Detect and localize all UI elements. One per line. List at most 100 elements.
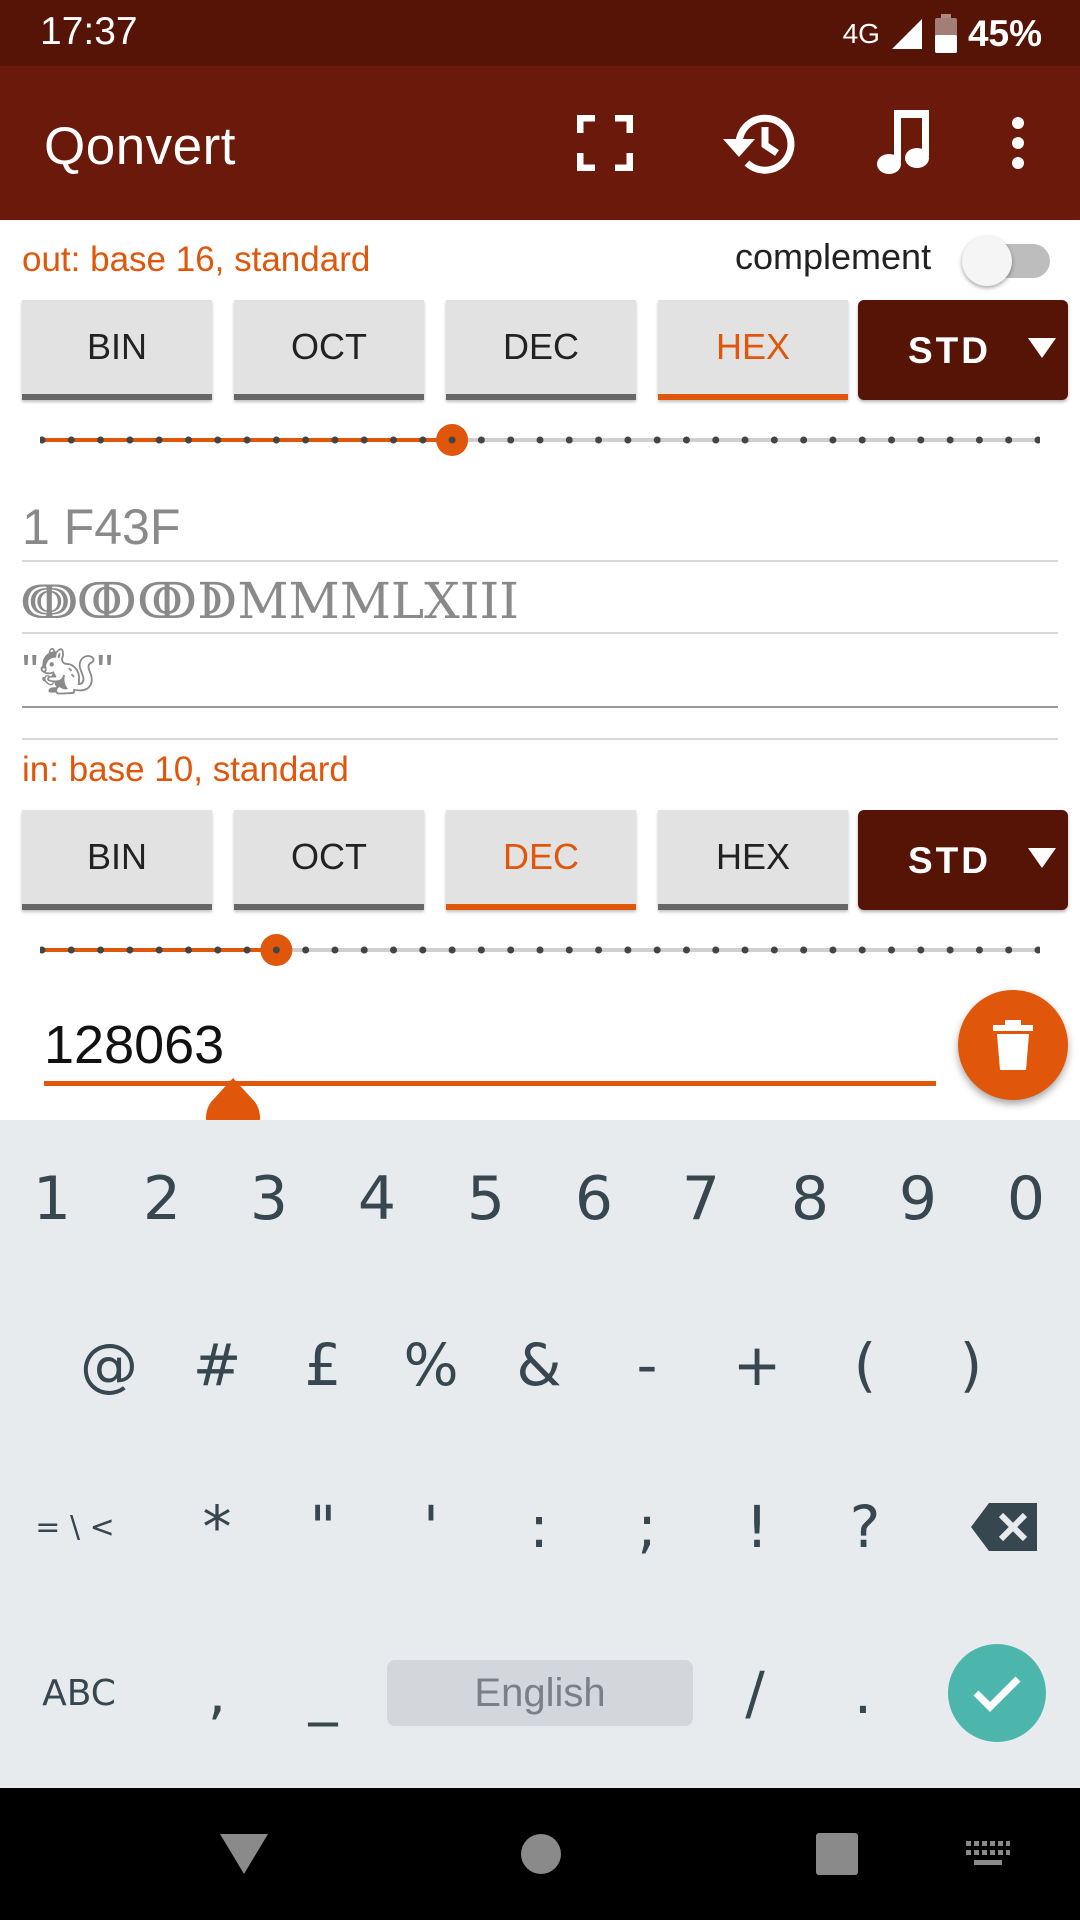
output-char-result: "🐿" [22,634,1058,708]
key-8[interactable]: 8 [766,1144,854,1254]
recents-button[interactable] [814,1818,860,1890]
slider-tick [40,946,46,954]
in-base-bin-button[interactable]: BIN [22,810,212,910]
key-7[interactable]: 7 [657,1144,745,1254]
slider-tick [888,946,896,954]
key-question[interactable]: ? [820,1472,910,1582]
key-pound[interactable]: £ [278,1310,368,1420]
slider-tick [243,436,251,444]
key-asterisk[interactable]: * [172,1472,262,1582]
key-exclamation[interactable]: ! [712,1472,802,1582]
slider-tick [858,436,866,444]
key-hash[interactable]: # [172,1310,262,1420]
backspace-key[interactable] [960,1472,1050,1582]
home-button[interactable] [516,1818,566,1890]
key-6[interactable]: 6 [550,1144,638,1254]
key-period[interactable]: . [818,1638,908,1748]
key-ampersand[interactable]: & [494,1310,584,1420]
out-base-oct-button[interactable]: OCT [234,300,424,400]
clear-input-button[interactable] [958,990,1068,1100]
music-note-icon [877,110,929,174]
key-at[interactable]: @ [64,1310,154,1420]
key-double-quote[interactable]: " [278,1472,368,1582]
keyboard-row-digits: 1 2 3 4 5 6 7 8 9 0 [0,1144,1080,1254]
slider-tick [419,946,427,954]
key-5[interactable]: 5 [442,1144,530,1254]
output-base-slider[interactable] [40,420,1040,460]
key-single-quote[interactable]: ' [386,1472,476,1582]
key-colon[interactable]: : [494,1472,584,1582]
slider-tick [272,436,280,444]
key-abc[interactable]: ABC [24,1638,134,1748]
key-open-paren[interactable]: ( [820,1310,910,1420]
key-semicolon[interactable]: ; [602,1472,692,1582]
key-1[interactable]: 1 [8,1144,96,1254]
back-triangle-icon [220,1834,268,1874]
keyboard-row-symbols-2: = \ < * " ' : ; ! ? [0,1472,1080,1582]
navigation-bar [0,1788,1080,1920]
key-4[interactable]: 4 [333,1144,421,1254]
output-roman-result: ↈↂↂↁMMMLXIII [22,562,1058,634]
slider-tick [653,436,661,444]
backspace-icon [971,1503,1037,1551]
slider-tick [741,436,749,444]
history-button[interactable] [716,101,800,185]
input-base-label: in: base 10, standard [22,750,349,789]
fullscreen-button[interactable] [563,101,647,185]
slider-tick [243,946,251,954]
app-title: Qonvert [44,117,237,176]
in-base-oct-button[interactable]: OCT [234,810,424,910]
key-2[interactable]: 2 [118,1144,206,1254]
music-button[interactable] [862,101,946,185]
key-comma[interactable]: , [172,1638,262,1748]
signal-icon [891,19,922,49]
slider-tick [331,436,339,444]
space-key[interactable]: English [387,1660,693,1726]
number-input[interactable]: 128063 [44,1002,936,1086]
out-std-label: STD [908,330,991,371]
slider-tick [536,436,544,444]
back-button[interactable] [216,1818,272,1890]
in-std-dropdown[interactable]: STD [858,810,1068,910]
key-slash[interactable]: / [710,1638,800,1748]
complement-label: complement [735,236,932,277]
key-more-symbols[interactable]: = \ < [20,1472,130,1582]
fullscreen-icon [577,115,633,171]
out-std-dropdown[interactable]: STD [858,300,1068,400]
in-base-dec-button[interactable]: DEC [446,810,636,910]
enter-key[interactable] [948,1644,1046,1742]
slider-tick [829,436,837,444]
out-base-hex-button[interactable]: HEX [658,300,848,400]
slider-tick [155,946,163,954]
slider-tick [126,946,134,954]
slider-tick [565,946,573,954]
key-minus[interactable]: - [602,1310,692,1420]
slider-tick [1005,436,1013,444]
keyboard-switch-button[interactable] [964,1818,1012,1890]
slider-tick [155,436,163,444]
key-3[interactable]: 3 [225,1144,313,1254]
slider-tick [565,436,573,444]
in-base-hex-button[interactable]: HEX [658,810,848,910]
key-9[interactable]: 9 [874,1144,962,1254]
slider-tick [419,436,427,444]
key-percent[interactable]: % [386,1310,476,1420]
key-underscore[interactable]: _ [278,1638,368,1748]
slider-tick [97,436,105,444]
slider-tick [712,436,720,444]
recents-square-icon [816,1833,858,1875]
key-close-paren[interactable]: ) [926,1310,1016,1420]
slider-tick [184,946,192,954]
slider-tick [858,946,866,954]
complement-switch[interactable] [962,236,1050,286]
out-base-bin-button[interactable]: BIN [22,300,212,400]
key-plus[interactable]: + [712,1310,802,1420]
dropdown-arrow-icon [1028,848,1056,868]
out-base-dec-button[interactable]: DEC [446,300,636,400]
overflow-menu-button[interactable] [976,101,1060,185]
slider-tick [214,946,222,954]
input-base-slider[interactable] [40,930,1040,970]
key-0[interactable]: 0 [982,1144,1070,1254]
slider-tick [448,946,456,954]
more-vert-icon [1012,117,1024,169]
